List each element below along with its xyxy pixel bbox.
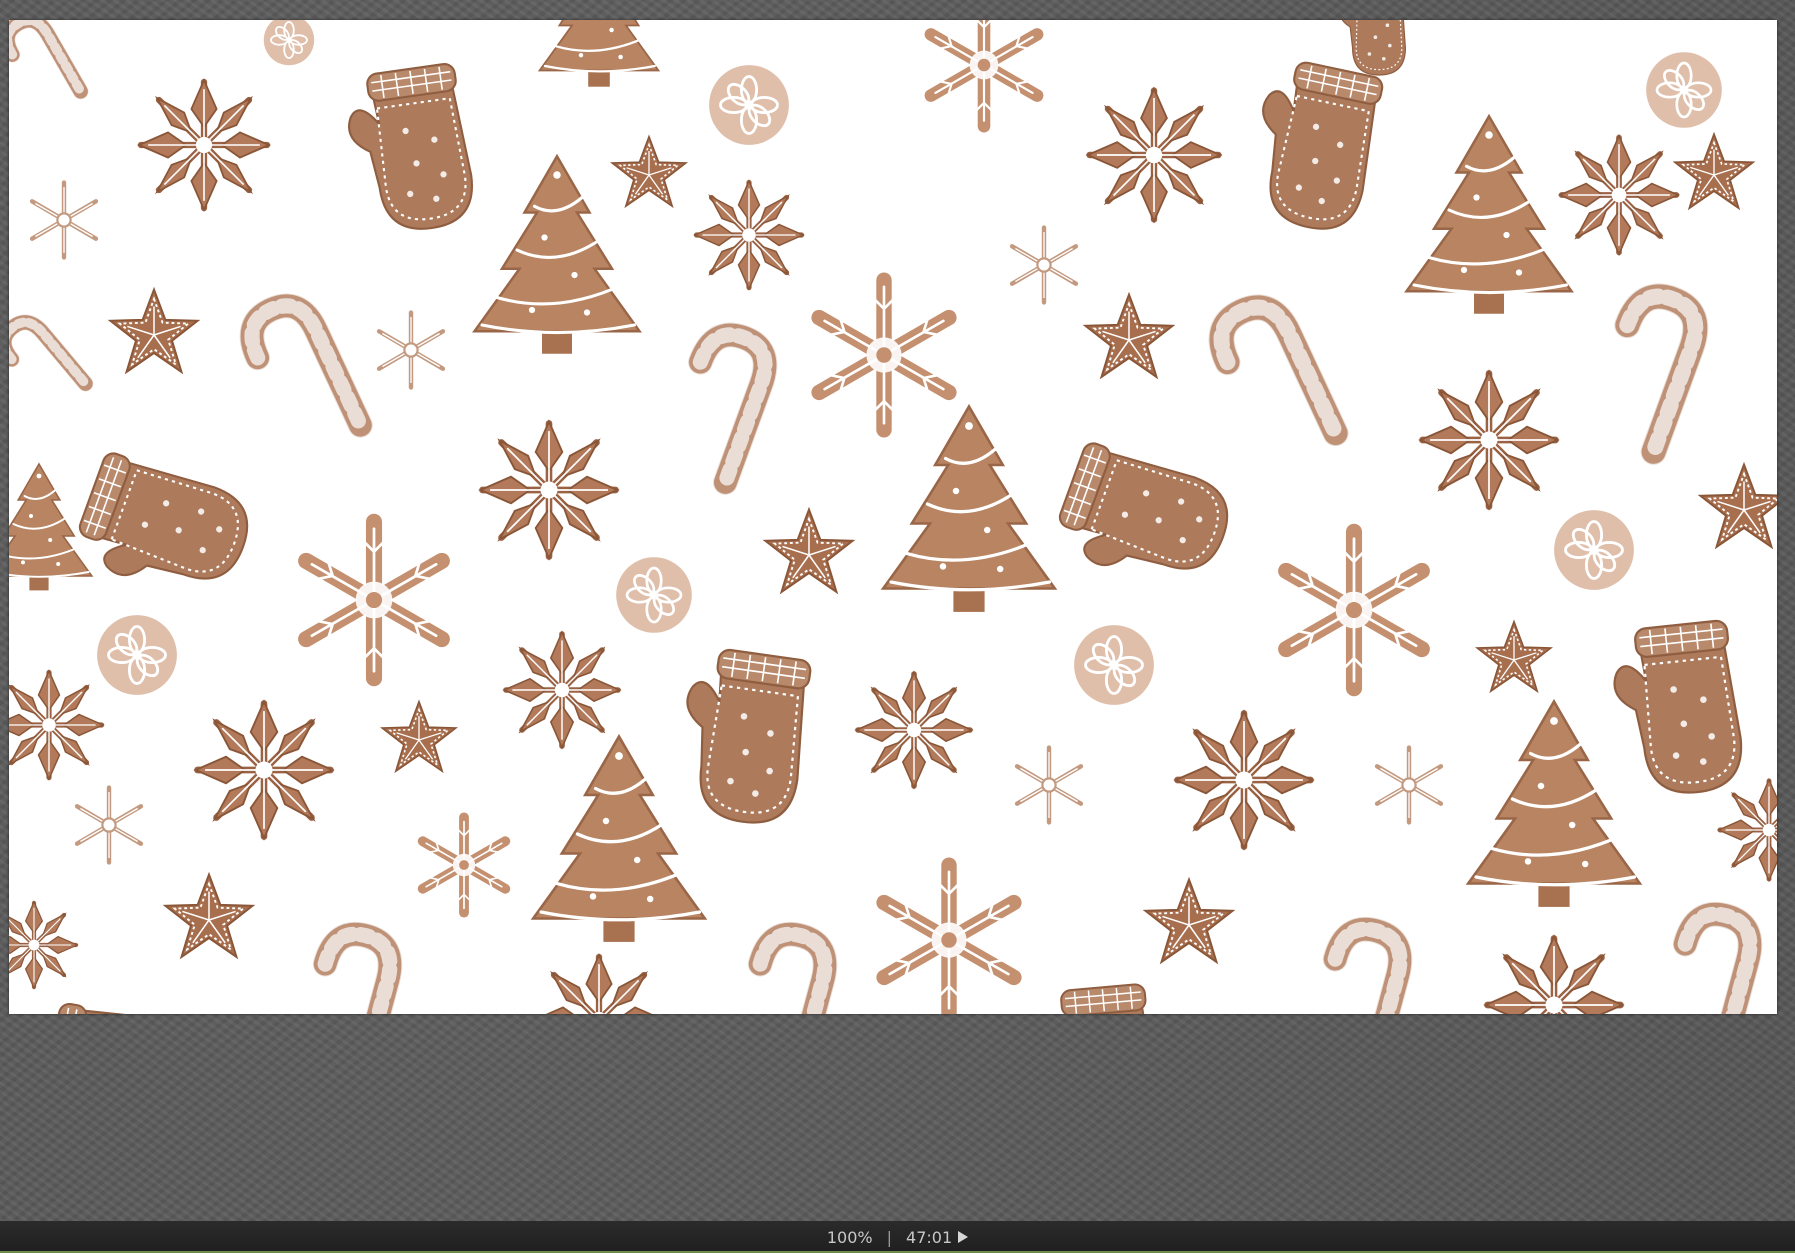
workspace-background — [0, 0, 1795, 1221]
play-icon[interactable] — [958, 1231, 969, 1243]
image-canvas[interactable] — [9, 20, 1777, 1014]
timecode: 47:01 — [906, 1227, 953, 1247]
pattern-artwork — [9, 20, 1777, 1014]
status-separator: | — [886, 1227, 893, 1247]
status-bar: 100% | 47:01 — [0, 1221, 1795, 1253]
zoom-level[interactable]: 100% — [827, 1228, 873, 1247]
